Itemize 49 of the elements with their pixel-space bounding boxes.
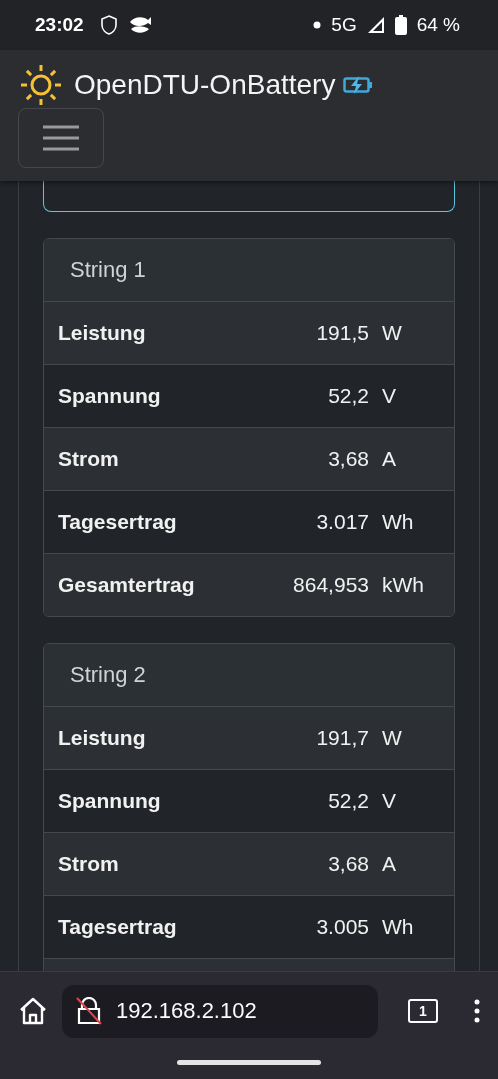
- metric-label: Strom: [58, 447, 120, 471]
- metric-label: Tagesertrag: [58, 510, 178, 534]
- home-icon[interactable]: [18, 997, 48, 1025]
- battery-percent: 64 %: [416, 14, 460, 36]
- card-title: String 1: [44, 239, 454, 302]
- fish-icon: [127, 15, 152, 35]
- metric-unit: kWh: [382, 573, 425, 597]
- battery-charging-icon: [343, 76, 374, 94]
- metric-label: Gesamtertrag: [58, 573, 196, 597]
- metric-unit: V: [382, 384, 397, 408]
- more-icon[interactable]: [474, 999, 480, 1023]
- url-text: 192.168.2.102: [116, 998, 257, 1024]
- metric-label: Leistung: [58, 726, 147, 750]
- metric-value: 3,68: [328, 852, 369, 876]
- metric-unit: Wh: [382, 510, 415, 534]
- metric-unit: W: [382, 321, 403, 345]
- signal-icon: [366, 16, 385, 34]
- network-type: 5G: [331, 14, 357, 36]
- gesture-handle[interactable]: [177, 1060, 321, 1065]
- dot-icon: [313, 21, 322, 29]
- metric-label: Tagesertrag: [58, 915, 178, 939]
- metric-value: 3,68: [328, 447, 369, 471]
- metric-value: 191,5: [316, 321, 369, 345]
- metric-unit: A: [382, 447, 397, 471]
- metric-label: Leistung: [58, 321, 147, 345]
- menu-icon: [42, 124, 80, 152]
- metric-unit: Wh: [382, 915, 415, 939]
- metric-unit: A: [382, 852, 397, 876]
- metric-unit: W: [382, 726, 403, 750]
- metric-label: Spannung: [58, 789, 162, 813]
- metric-label: Strom: [58, 852, 120, 876]
- sun-icon: [18, 62, 64, 108]
- shield-icon: [99, 15, 118, 35]
- metric-value: 52,2: [328, 384, 369, 408]
- app-title: OpenDTU-OnBattery: [74, 69, 336, 101]
- menu-button[interactable]: [18, 108, 104, 168]
- insecure-lock-icon: [76, 997, 102, 1025]
- card-title: String 2: [44, 644, 454, 707]
- address-bar[interactable]: 192.168.2.102: [62, 984, 378, 1038]
- metric-value: 3.005: [316, 915, 369, 939]
- metric-label: Spannung: [58, 384, 162, 408]
- tab-count-button[interactable]: 1: [408, 999, 438, 1023]
- clock: 23:02: [35, 14, 84, 36]
- metric-value: 864,953: [293, 573, 369, 597]
- metric-unit: V: [382, 789, 397, 813]
- metric-value: 191,7: [316, 726, 369, 750]
- metric-value: 52,2: [328, 789, 369, 813]
- metric-value: 3.017: [316, 510, 369, 534]
- battery-icon: [394, 15, 407, 35]
